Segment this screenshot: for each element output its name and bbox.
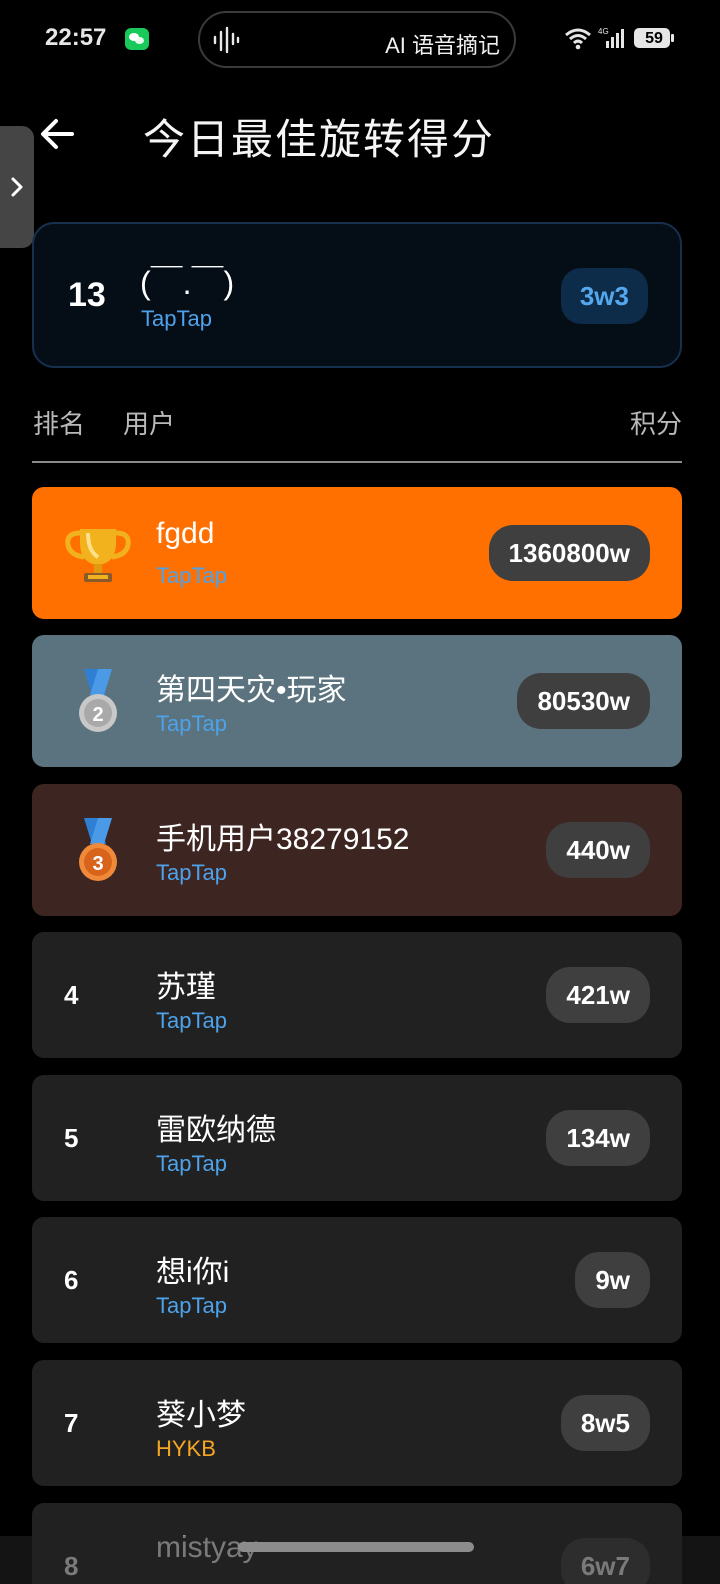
- bronze-medal-icon: 3: [62, 814, 134, 891]
- row-username: 苏瑾: [156, 971, 216, 1004]
- svg-text:2: 2: [92, 704, 103, 726]
- back-arrow-icon[interactable]: [36, 112, 80, 156]
- column-user: 用户: [123, 409, 176, 439]
- leaderboard-row[interactable]: fgdd TapTap 1360800w: [32, 487, 682, 619]
- leaderboard-row[interactable]: 6 想i你i TapTap 9w: [32, 1217, 682, 1343]
- voice-note-label: AI 语音摘记: [385, 33, 500, 58]
- status-time: 22:57: [45, 24, 107, 51]
- row-platform: TapTap: [156, 1293, 227, 1318]
- row-platform: TapTap: [156, 860, 227, 885]
- my-rank: 13: [68, 276, 106, 314]
- status-bar: 22:57 AI 语音摘记 4G 59: [0, 0, 720, 80]
- row-rank: 6: [64, 1265, 79, 1295]
- my-score-badge: 3w3: [560, 268, 648, 324]
- leaderboard-row[interactable]: 2 第四天灾•玩家 TapTap 80530w: [32, 635, 682, 767]
- column-score: 积分: [629, 409, 682, 439]
- wifi-icon: [565, 28, 591, 50]
- chevron-right-icon: [11, 177, 23, 197]
- home-indicator[interactable]: [238, 1542, 474, 1552]
- row-score-badge: 9w: [575, 1252, 650, 1308]
- row-score-badge: 421w: [546, 967, 650, 1023]
- row-score-badge: 80530w: [517, 673, 650, 729]
- battery-level: 59: [645, 30, 663, 47]
- side-drawer-handle[interactable]: [0, 126, 34, 248]
- row-username: 葵小梦: [156, 1399, 246, 1432]
- row-username: 第四天灾•玩家: [156, 674, 347, 707]
- row-platform: TapTap: [156, 1151, 227, 1176]
- row-score-badge: 8w5: [560, 1395, 650, 1451]
- column-rank: 排名: [33, 409, 86, 439]
- network-type: 4G: [598, 27, 609, 36]
- row-platform: TapTap: [156, 1008, 227, 1033]
- my-name: (￣.￣): [140, 265, 235, 301]
- header-divider: [32, 461, 682, 463]
- page-title: 今日最佳旋转得分: [143, 116, 496, 163]
- row-platform: TapTap: [156, 563, 227, 588]
- signal-icon: [606, 29, 624, 48]
- voice-wave-icon: [213, 26, 240, 54]
- svg-text:3: 3: [92, 853, 103, 875]
- my-platform: TapTap: [141, 306, 212, 331]
- my-rank-card[interactable]: 13 (￣.￣) TapTap 3w3: [32, 222, 682, 368]
- leaderboard-row[interactable]: 5 雷欧纳德 TapTap 134w: [32, 1075, 682, 1201]
- trophy-icon: [62, 517, 134, 594]
- row-username: 雷欧纳德: [156, 1114, 276, 1147]
- row-score-badge: 134w: [546, 1110, 650, 1166]
- silver-medal-icon: 2: [62, 665, 134, 742]
- row-rank: 4: [64, 980, 79, 1010]
- row-platform: TapTap: [156, 711, 227, 736]
- leaderboard-row[interactable]: 7 葵小梦 HYKB 8w5: [32, 1360, 682, 1486]
- leaderboard-row[interactable]: 3 手机用户38279152 TapTap 440w: [32, 784, 682, 916]
- row-score-badge: 1360800w: [488, 525, 650, 581]
- wechat-notification-icon: [125, 28, 149, 50]
- leaderboard-row[interactable]: 4 苏瑾 TapTap 421w: [32, 932, 682, 1058]
- row-username: 手机用户38279152: [156, 823, 410, 856]
- row-username: fgdd: [156, 517, 215, 550]
- row-score-badge: 440w: [546, 822, 650, 878]
- row-username: 想i你i: [156, 1256, 230, 1289]
- row-rank: 7: [64, 1408, 79, 1438]
- row-rank: 5: [64, 1123, 79, 1153]
- row-platform: HYKB: [156, 1436, 216, 1461]
- voice-note-pill[interactable]: AI 语音摘记: [198, 11, 516, 68]
